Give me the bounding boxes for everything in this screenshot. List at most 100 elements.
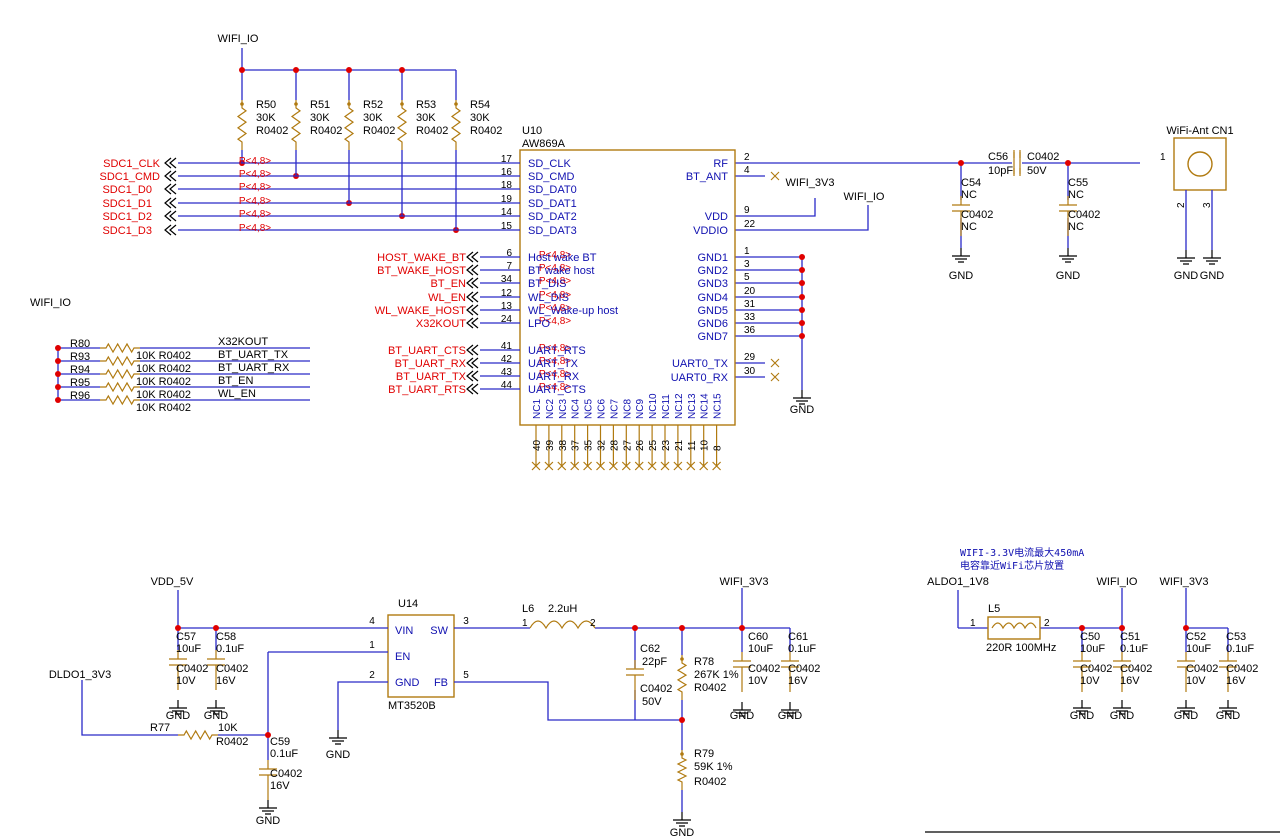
- r78-resistor: [676, 655, 688, 700]
- aldo-note-2: 电容靠近WiFi芯片放置: [960, 559, 1064, 572]
- pin-number: 28: [609, 439, 620, 451]
- pullup-package: R0402: [416, 125, 448, 137]
- c58-ref: C58: [216, 631, 236, 643]
- u14-pin-name: FB: [434, 677, 448, 689]
- l6-inductor: [529, 620, 596, 630]
- junction-dot: [799, 254, 805, 260]
- pin-number: 15: [501, 221, 513, 232]
- pin-name: SD_CLK: [528, 158, 571, 170]
- antenna-pin1: 1: [1160, 152, 1166, 163]
- c57-package: C0402: [176, 663, 208, 675]
- pin-name: GND1: [697, 252, 728, 264]
- c59-ref: C59: [270, 736, 290, 748]
- net-label: WL_WAKE_HOST: [375, 305, 467, 317]
- pin-name: SD_CMD: [528, 171, 575, 183]
- pullup-ref: R53: [416, 99, 436, 111]
- pin-name: GND7: [697, 331, 728, 343]
- pin-name: GND5: [697, 305, 728, 317]
- l6-pin1: 1: [522, 618, 528, 629]
- pin-number: 33: [744, 312, 756, 323]
- pin-number: 5: [744, 272, 750, 283]
- parts: [100, 100, 1280, 833]
- junction-dot: [293, 67, 299, 73]
- c50-package: C0402: [1080, 663, 1112, 675]
- pullup-ref: R52: [363, 99, 383, 111]
- no-connect-mark: [770, 358, 780, 368]
- l6-ref: L6: [522, 603, 534, 615]
- series-resistor-value: 10K R0402: [136, 363, 191, 375]
- c55-value2: NC: [1068, 221, 1084, 233]
- pin-number: 27: [622, 439, 633, 451]
- l5-pin1: 1: [970, 618, 976, 629]
- antenna-pin3: 3: [1202, 202, 1213, 208]
- r79-package: R0402: [694, 776, 726, 788]
- c55-package: C0402: [1068, 209, 1100, 221]
- junction-dot: [799, 307, 805, 313]
- net-label: BT_EN: [431, 278, 467, 290]
- series-resistor-net: X32KOUT: [218, 336, 268, 348]
- gnd-label: GND: [166, 710, 191, 722]
- port-label: P<4,8>: [239, 209, 271, 220]
- c50-value: 10uF: [1080, 643, 1105, 655]
- aldo-note-1: WIFI-3.3V电流最大450mA: [960, 546, 1084, 559]
- pin-name: NC2: [545, 399, 556, 419]
- pullup-resistor: [343, 100, 355, 150]
- junction-dot: [55, 358, 61, 364]
- series-resistor: [100, 355, 140, 367]
- series-resistor-value: 10K R0402: [136, 350, 191, 362]
- net-label: SDC1_D1: [102, 198, 152, 210]
- c56-ref: C56: [988, 151, 1008, 163]
- c50-ref: C50: [1080, 631, 1100, 643]
- c57-voltage: 10V: [176, 675, 196, 687]
- series-resistor-net: WL_EN: [218, 388, 256, 400]
- gnd-label: GND: [1174, 270, 1199, 282]
- pin-name: GND3: [697, 278, 728, 290]
- c58-voltage: 16V: [216, 675, 236, 687]
- pin-name: NC9: [635, 399, 646, 419]
- pin-number: 16: [501, 167, 513, 178]
- r78-value: 267K 1%: [694, 669, 739, 681]
- port-label: P<4,8>: [239, 156, 271, 167]
- pin-number: 2: [744, 152, 750, 163]
- net-label: BT_UART_CTS: [388, 345, 466, 357]
- pin-number: 32: [597, 439, 608, 451]
- u14-part: MT3520B: [388, 700, 436, 712]
- junction-dot: [55, 384, 61, 390]
- u14-pin-number: 5: [463, 670, 469, 681]
- ground-symbol: [259, 800, 277, 815]
- pin-number: 42: [501, 354, 513, 365]
- pullup-value: 30K: [310, 112, 330, 124]
- junction-dot: [739, 625, 745, 631]
- pullup-value: 30K: [256, 112, 276, 124]
- ground-symbol: [952, 248, 970, 263]
- c61-ref: C61: [788, 631, 808, 643]
- gnd-label: GND: [1216, 710, 1241, 722]
- net-label: X32KOUT: [416, 318, 466, 330]
- l5-pin2: 2: [1044, 618, 1050, 629]
- pullup-package: R0402: [363, 125, 395, 137]
- r77-ref: R77: [150, 722, 170, 734]
- junction-dot: [1065, 160, 1071, 166]
- u14-pin-number: 4: [369, 616, 375, 627]
- c52-ref: C52: [1186, 631, 1206, 643]
- gnd-label: GND: [204, 710, 229, 722]
- pin-name: NC4: [571, 399, 582, 419]
- pin-number: 30: [744, 366, 756, 377]
- pin-name: SD_DAT2: [528, 211, 577, 223]
- pin-name: NC12: [674, 393, 685, 419]
- u14-pin-name: EN: [395, 651, 410, 663]
- pin-number: 7: [506, 261, 512, 272]
- gnd-label: GND: [790, 404, 815, 416]
- series-resistor-ref: R94: [70, 364, 90, 376]
- pin-number: 31: [744, 299, 756, 310]
- c50-voltage: 10V: [1080, 675, 1100, 687]
- u10-part: AW869A: [522, 138, 566, 150]
- c59-package: C0402: [270, 768, 302, 780]
- pin-name: UART0_RX: [671, 372, 729, 384]
- l6-pin2: 2: [590, 618, 596, 629]
- net-label: BT_WAKE_HOST: [377, 265, 466, 277]
- c58-value: 0.1uF: [216, 643, 244, 655]
- l5-ref: L5: [988, 603, 1000, 615]
- pin-name: RF: [713, 158, 728, 170]
- pin-number: 38: [558, 439, 569, 451]
